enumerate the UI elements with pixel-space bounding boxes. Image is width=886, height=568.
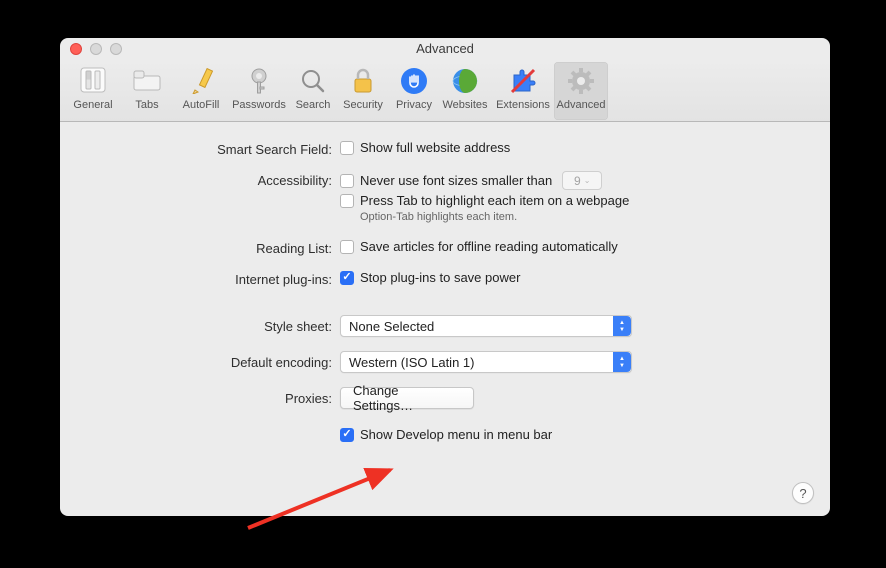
window-title: Advanced xyxy=(416,41,474,56)
stop-plugins-checkbox[interactable] xyxy=(340,271,354,285)
reading-list-label: Reading List: xyxy=(60,239,340,256)
save-articles-label: Save articles for offline reading automa… xyxy=(360,239,618,254)
popup-arrows-icon xyxy=(613,316,631,336)
minimize-icon[interactable] xyxy=(90,43,102,55)
gear-icon xyxy=(566,66,596,96)
toolbar: General Tabs AutoFill Passwords Search xyxy=(60,60,830,122)
search-icon xyxy=(298,66,328,96)
stylesheet-label: Style sheet: xyxy=(60,315,340,334)
min-font-checkbox[interactable] xyxy=(340,174,354,188)
tab-websites[interactable]: Websites xyxy=(438,62,492,120)
show-full-address-label: Show full website address xyxy=(360,140,510,155)
tab-tabs[interactable]: Tabs xyxy=(120,62,174,120)
content-pane: Smart Search Field: Show full website ad… xyxy=(60,122,830,516)
zoom-icon[interactable] xyxy=(110,43,122,55)
puzzle-icon xyxy=(508,66,538,96)
internet-plugins-label: Internet plug-ins: xyxy=(60,270,340,287)
stop-plugins-label: Stop plug-ins to save power xyxy=(360,270,520,285)
option-tab-hint: Option-Tab highlights each item. xyxy=(360,211,830,223)
chevron-down-icon: ⌄ xyxy=(584,176,591,185)
tab-search[interactable]: Search xyxy=(290,62,336,120)
help-button[interactable]: ? xyxy=(792,482,814,504)
proxies-label: Proxies: xyxy=(60,387,340,406)
smart-search-label: Smart Search Field: xyxy=(60,140,340,157)
tabs-icon xyxy=(132,66,162,96)
pencil-icon xyxy=(186,66,216,96)
tab-general[interactable]: General xyxy=(66,62,120,120)
encoding-value: Western (ISO Latin 1) xyxy=(341,355,613,370)
press-tab-label: Press Tab to highlight each item on a we… xyxy=(360,193,629,208)
globe-icon xyxy=(450,66,480,96)
preferences-window: Advanced General Tabs AutoFill Passwords xyxy=(60,38,830,516)
titlebar: Advanced xyxy=(60,38,830,60)
press-tab-checkbox[interactable] xyxy=(340,194,354,208)
tab-autofill[interactable]: AutoFill xyxy=(174,62,228,120)
default-encoding-label: Default encoding: xyxy=(60,351,340,370)
change-settings-button[interactable]: Change Settings… xyxy=(340,387,474,409)
tab-extensions[interactable]: Extensions xyxy=(492,62,554,120)
switch-icon xyxy=(78,66,108,96)
tab-privacy[interactable]: Privacy xyxy=(390,62,438,120)
stylesheet-popup[interactable]: None Selected xyxy=(340,315,632,337)
encoding-popup[interactable]: Western (ISO Latin 1) xyxy=(340,351,632,373)
tab-passwords[interactable]: Passwords xyxy=(228,62,290,120)
traffic-lights xyxy=(70,43,122,55)
close-icon[interactable] xyxy=(70,43,82,55)
lock-icon xyxy=(348,66,378,96)
hand-icon xyxy=(399,66,429,96)
tab-advanced[interactable]: Advanced xyxy=(554,62,608,120)
tab-security[interactable]: Security xyxy=(336,62,390,120)
stylesheet-value: None Selected xyxy=(341,319,613,334)
save-articles-checkbox[interactable] xyxy=(340,240,354,254)
popup-arrows-icon xyxy=(613,352,631,372)
accessibility-label: Accessibility: xyxy=(60,171,340,188)
show-develop-label: Show Develop menu in menu bar xyxy=(360,427,552,442)
min-font-label: Never use font sizes smaller than xyxy=(360,173,552,188)
show-develop-checkbox[interactable] xyxy=(340,428,354,442)
min-font-size-stepper[interactable]: 9⌄ xyxy=(562,171,602,190)
key-icon xyxy=(244,66,274,96)
show-full-address-checkbox[interactable] xyxy=(340,141,354,155)
